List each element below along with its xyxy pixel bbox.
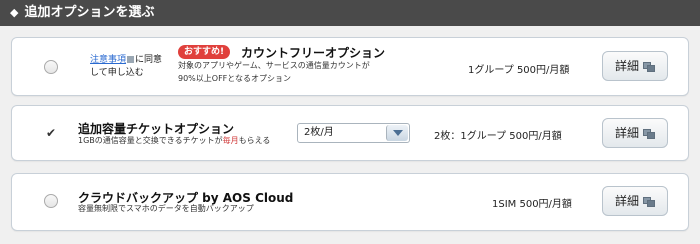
section-header: ◆ 追加オプションを選ぶ xyxy=(0,0,700,26)
detail-button-label: 詳細 xyxy=(615,59,640,73)
section-title: 追加オプションを選ぶ xyxy=(24,5,155,20)
option-description-1: 対象のアプリやゲーム、サービスの通信量カウントが xyxy=(178,61,370,70)
option-description: 容量無制限でスマホのデータを自動バックアップ xyxy=(78,204,254,213)
desc-highlight: 毎月 xyxy=(222,136,239,145)
detail-button-label: 詳細 xyxy=(615,126,640,140)
detail-button[interactable]: 詳細 xyxy=(602,118,668,148)
window-icon xyxy=(643,129,655,139)
detail-button-label: 詳細 xyxy=(615,194,640,208)
option-description: 1GBの通信容量と交換できるチケットが毎月もらえる xyxy=(78,135,270,147)
external-link-icon xyxy=(127,56,135,63)
options-list: 注意事項 に同意 して申し込む おすすめ! カウントフリーオプション 対象のアプリ… xyxy=(0,26,700,244)
option-radio-cloud-backup[interactable] xyxy=(44,194,58,208)
window-icon xyxy=(643,62,655,72)
diamond-icon: ◆ xyxy=(10,6,19,19)
agreement-text: 注意事項 に同意 して申し込む xyxy=(90,54,162,80)
option-price: 1SIM 500円/月額 xyxy=(492,199,572,210)
option-card-count-free: 注意事項 に同意 して申し込む おすすめ! カウントフリーオプション 対象のアプリ… xyxy=(11,37,689,96)
desc-post: もらえる xyxy=(238,136,271,145)
recommend-badge: おすすめ! xyxy=(178,45,231,59)
window-icon xyxy=(643,197,655,207)
option-card-extra-capacity: ✔ 追加容量チケットオプション 1GBの通信容量と交換できるチケットが毎月もらえ… xyxy=(11,105,689,161)
option-card-cloud-backup: クラウドバックアップ by AOS Cloud 容量無制限でスマホのデータを自動… xyxy=(11,173,689,231)
detail-button[interactable]: 詳細 xyxy=(602,186,668,216)
option-price: 2枚：1グループ 500円/月額 xyxy=(434,131,562,142)
dropdown-arrow-icon[interactable] xyxy=(386,125,408,141)
agreement-text-2: して申し込む xyxy=(90,68,144,78)
option-description-2: 90%以上OFFとなるオプション xyxy=(178,74,292,83)
select-value: 2枚/月 xyxy=(304,127,334,138)
notice-link[interactable]: 注意事項 xyxy=(90,55,126,65)
detail-button[interactable]: 詳細 xyxy=(602,51,668,81)
option-radio-count-free[interactable] xyxy=(44,60,58,74)
ticket-quantity-select[interactable]: 2枚/月 xyxy=(297,123,410,143)
option-title: カウントフリーオプション xyxy=(241,46,386,60)
agreement-text-1: に同意 xyxy=(135,55,163,65)
option-price: 1グループ 500円/月額 xyxy=(468,65,570,76)
checkmark-icon[interactable]: ✔ xyxy=(44,126,58,140)
desc-pre: 1GBの通信容量と交換できるチケットが xyxy=(78,136,223,145)
